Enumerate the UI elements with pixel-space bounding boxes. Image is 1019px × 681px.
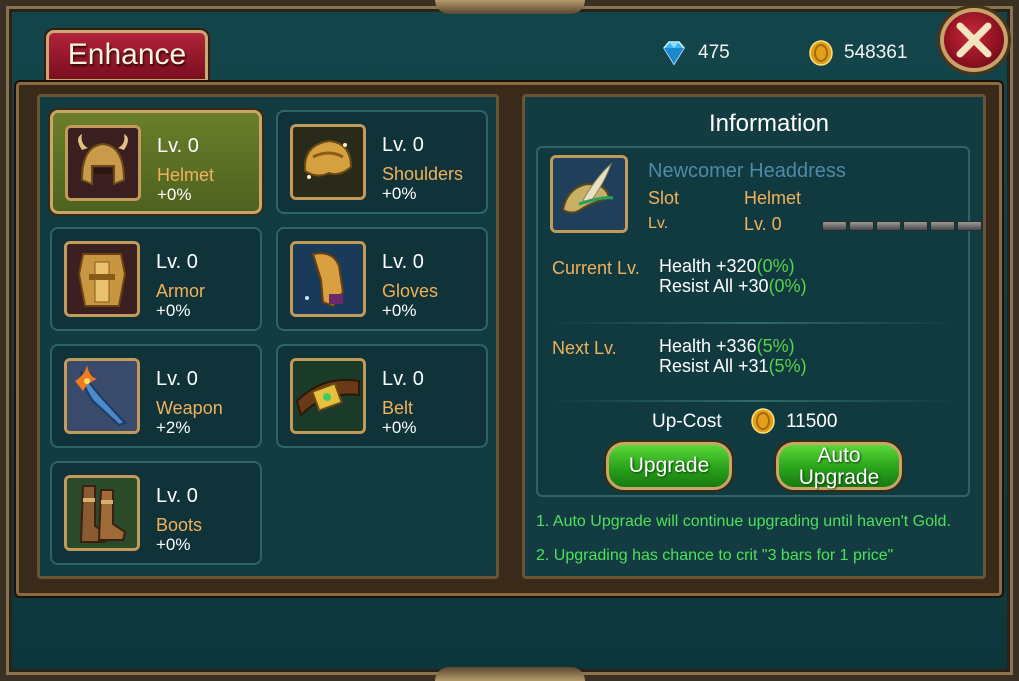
slot-bonus: +0% [156, 301, 191, 320]
belt-icon [290, 358, 366, 434]
current-health-percent: (0%) [756, 256, 795, 276]
shoulders-icon [290, 124, 366, 200]
next-resist-stat: Resist All +31(5%) [659, 356, 807, 377]
close-icon [956, 22, 992, 58]
slot-bonus: +2% [156, 418, 191, 437]
auto-upgrade-label-line2: Upgrade [798, 466, 880, 489]
slot-name: Helmet [157, 165, 215, 185]
slot-name: Shoulders [382, 164, 464, 184]
slot-level: Lv. 0 [382, 368, 424, 390]
slot-name: Armor [156, 281, 205, 301]
slot-value: Helmet [744, 188, 802, 208]
slot-bonus: +0% [382, 418, 417, 437]
upcost-value: 11500 [786, 411, 838, 432]
slot-helmet[interactable]: Lv. 0 Helmet +0% [50, 110, 262, 214]
slot-level: Lv. 0 [156, 485, 198, 507]
slot-shoulders[interactable]: Lv. 0 Shoulders +0% [276, 110, 488, 214]
slot-level: Lv. 0 [156, 368, 198, 390]
gold-amount: 548361 [844, 42, 908, 63]
gem-icon [660, 40, 688, 66]
current-health-stat: Health +320(0%) [659, 256, 795, 277]
slot-weapon[interactable]: Lv. 0 Weapon +2% [50, 344, 262, 448]
progress-segment [957, 221, 982, 231]
next-health-stat: Health +336(5%) [659, 336, 795, 357]
information-title: Information [708, 110, 830, 137]
current-health-value: Health +320 [659, 256, 757, 276]
slot-level: Lv. 0 [382, 134, 424, 156]
slot-label: Slot [648, 188, 680, 208]
level-label: Lv. [648, 215, 669, 232]
current-resist-value: Resist All +30 [659, 276, 769, 296]
frame-ornament-bottom [435, 667, 585, 681]
slot-belt[interactable]: Lv. 0 Belt +0% [276, 344, 488, 448]
slot-name: Belt [382, 398, 414, 418]
current-resist-percent: (0%) [768, 276, 807, 296]
level-value: Lv. 0 [744, 214, 782, 234]
gem-amount: 475 [698, 42, 730, 63]
gold-coin-icon [808, 40, 834, 66]
headdress-icon [550, 155, 628, 233]
current-level-label: Current Lv. [552, 258, 640, 278]
slot-bonus: +0% [157, 185, 192, 204]
armor-icon [64, 241, 140, 317]
level-progress-bar [822, 221, 982, 231]
upgrade-button[interactable]: Upgrade [606, 442, 732, 490]
helmet-icon [65, 125, 141, 201]
frame-ornament-top [435, 0, 585, 14]
progress-segment [822, 221, 847, 231]
close-button[interactable] [940, 8, 1008, 72]
divider [548, 322, 960, 324]
slot-bonus: +0% [382, 184, 417, 203]
upcost-label: Up-Cost [652, 411, 722, 432]
item-name: Newcomer Headdress [648, 160, 846, 182]
next-health-value: Health +336 [659, 336, 757, 356]
slot-armor[interactable]: Lv. 0 Armor +0% [50, 227, 262, 331]
gold-counter: 548361 [808, 40, 907, 66]
slot-bonus: +0% [156, 535, 191, 554]
gem-counter: 475 [660, 40, 730, 66]
divider [548, 400, 960, 402]
auto-upgrade-label-line1: Auto [817, 444, 861, 467]
progress-segment [903, 221, 928, 231]
slot-level: Lv. 0 [382, 251, 424, 273]
gold-coin-icon [750, 408, 776, 434]
slot-level: Lv. 0 [157, 135, 199, 157]
slot-name: Weapon [156, 398, 223, 418]
slot-boots[interactable]: Lv. 0 Boots +0% [50, 461, 262, 565]
slot-level: Lv. 0 [156, 251, 198, 273]
progress-segment [849, 221, 874, 231]
note-crit-chance: 2. Upgrading has chance to crit "3 bars … [536, 547, 894, 564]
progress-segment [876, 221, 901, 231]
boots-icon [64, 475, 140, 551]
next-level-label: Next Lv. [552, 338, 617, 358]
next-health-percent: (5%) [756, 336, 795, 356]
progress-segment [930, 221, 955, 231]
gloves-icon [290, 241, 366, 317]
auto-upgrade-button[interactable]: Auto Upgrade [776, 442, 902, 490]
slot-bonus: +0% [382, 301, 417, 320]
note-auto-upgrade: 1. Auto Upgrade will continue upgrading … [536, 513, 951, 530]
slot-name: Gloves [382, 281, 439, 301]
next-resist-percent: (5%) [768, 356, 807, 376]
weapon-icon [64, 358, 140, 434]
slot-name: Boots [156, 515, 203, 535]
current-resist-stat: Resist All +30(0%) [659, 276, 807, 297]
next-resist-value: Resist All +31 [659, 356, 769, 376]
window-title: Enhance [46, 30, 208, 82]
slot-gloves[interactable]: Lv. 0 Gloves +0% [276, 227, 488, 331]
